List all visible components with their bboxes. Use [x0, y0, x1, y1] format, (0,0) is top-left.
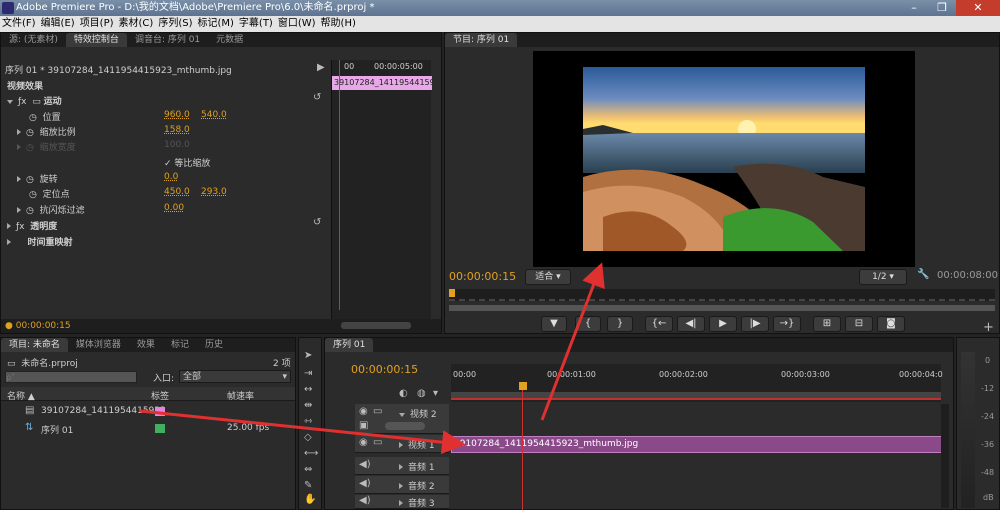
- annotation-arrows: [139, 262, 605, 455]
- arrow-to-monitor: [540, 262, 605, 421]
- arrow-to-timeline: [139, 409, 466, 455]
